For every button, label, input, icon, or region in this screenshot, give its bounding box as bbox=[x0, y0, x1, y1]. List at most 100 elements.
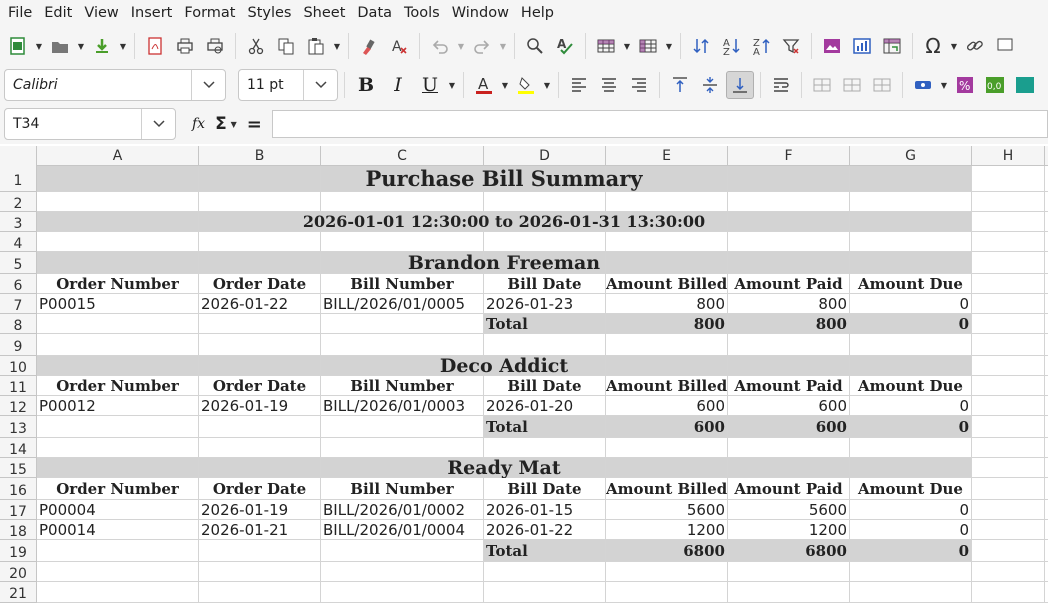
date-range[interactable]: 2026-01-01 12:30:00 to 2026-01-31 13:30:… bbox=[37, 212, 971, 232]
align-right-icon[interactable] bbox=[625, 71, 653, 99]
column-heading[interactable]: Bill Number bbox=[321, 274, 483, 294]
report-title[interactable]: Purchase Bill Summary bbox=[37, 166, 971, 192]
column-heading[interactable]: Amount Billed bbox=[606, 274, 727, 294]
row-header-4[interactable]: 4 bbox=[0, 232, 37, 252]
row-header-8[interactable]: 8 bbox=[0, 314, 37, 334]
insert-image-icon[interactable] bbox=[818, 32, 846, 60]
table-cell[interactable]: P00012 bbox=[37, 396, 198, 416]
total-paid[interactable]: 800 bbox=[728, 314, 849, 334]
table-cell[interactable]: 0 bbox=[850, 520, 971, 540]
table-cell[interactable]: 2026-01-15 bbox=[484, 500, 605, 520]
font-name-combo[interactable]: Calibri bbox=[4, 69, 226, 101]
column-heading[interactable]: Order Date bbox=[199, 376, 320, 396]
sigma-icon[interactable]: Σ bbox=[215, 114, 227, 134]
row-header-1[interactable]: 1 bbox=[0, 166, 37, 192]
menu-sheet[interactable]: Sheet bbox=[297, 5, 351, 21]
special-character-icon[interactable]: Ω bbox=[919, 32, 947, 60]
chevron-down-icon[interactable]: ▼ bbox=[118, 32, 128, 60]
row-header-17[interactable]: 17 bbox=[0, 500, 37, 520]
menu-insert[interactable]: Insert bbox=[125, 5, 179, 21]
menu-tools[interactable]: Tools bbox=[398, 5, 446, 21]
chevron-down-icon[interactable]: ▼ bbox=[227, 110, 241, 138]
open-folder-icon[interactable] bbox=[46, 32, 74, 60]
add-decimal-icon[interactable] bbox=[1011, 71, 1039, 99]
spreadsheet-grid[interactable]: ABCDEFGH 1 2 3 4 5 6 7 8 9 10 11 12 13 14 15 16 17 18 19 20… bbox=[0, 146, 1048, 603]
font-color-icon[interactable]: A bbox=[470, 71, 498, 99]
spellcheck-icon[interactable]: A bbox=[551, 32, 579, 60]
font-name-value[interactable]: Calibri bbox=[5, 77, 191, 93]
row-header-18[interactable]: 18 bbox=[0, 520, 37, 540]
table-cell[interactable]: 2026-01-19 bbox=[199, 396, 320, 416]
row-header-10[interactable]: 10 bbox=[0, 356, 37, 376]
formula-icon[interactable]: = bbox=[247, 114, 262, 135]
chevron-down-icon[interactable]: ▼ bbox=[456, 32, 466, 60]
menu-help[interactable]: Help bbox=[515, 5, 560, 21]
font-size-value[interactable]: 11 pt bbox=[239, 77, 303, 93]
chevron-down-icon[interactable]: ▼ bbox=[498, 32, 508, 60]
table-cell[interactable]: BILL/2026/01/0003 bbox=[321, 396, 483, 416]
menu-window[interactable]: Window bbox=[446, 5, 515, 21]
chevron-down-icon[interactable]: ▼ bbox=[500, 71, 510, 99]
column-heading[interactable]: Bill Date bbox=[484, 478, 605, 500]
table-cell[interactable]: 600 bbox=[606, 396, 727, 416]
merge-center-icon[interactable] bbox=[808, 71, 836, 99]
chevron-down-icon[interactable]: ▼ bbox=[939, 71, 949, 99]
row-header-11[interactable]: 11 bbox=[0, 376, 37, 396]
table-cell[interactable]: 2026-01-23 bbox=[484, 294, 605, 314]
percent-format-icon[interactable]: % bbox=[951, 71, 979, 99]
total-label[interactable]: Total bbox=[484, 314, 605, 334]
column-heading[interactable]: Bill Date bbox=[484, 274, 605, 294]
column-header-f[interactable]: F bbox=[728, 146, 850, 166]
vendor-name[interactable]: Ready Mat bbox=[37, 458, 971, 478]
column-heading[interactable]: Amount Paid bbox=[728, 376, 849, 396]
chevron-down-icon[interactable]: ▼ bbox=[664, 32, 674, 60]
vendor-name[interactable]: Deco Addict bbox=[37, 356, 971, 376]
column-heading[interactable]: Amount Paid bbox=[728, 478, 849, 500]
formula-input[interactable] bbox=[272, 110, 1048, 138]
column-heading[interactable]: Amount Due bbox=[850, 274, 971, 294]
column-heading[interactable]: Bill Date bbox=[484, 376, 605, 396]
column-heading[interactable]: Order Number bbox=[37, 478, 198, 500]
menu-view[interactable]: View bbox=[78, 5, 124, 21]
sort-icon[interactable] bbox=[687, 32, 715, 60]
sort-ascending-icon[interactable]: AZ bbox=[717, 32, 745, 60]
menu-data[interactable]: Data bbox=[351, 5, 398, 21]
column-header-d[interactable]: D bbox=[484, 146, 606, 166]
column-heading[interactable]: Bill Number bbox=[321, 376, 483, 396]
row-icon[interactable] bbox=[592, 32, 620, 60]
select-all-corner[interactable] bbox=[0, 146, 37, 166]
column-header-h[interactable]: H bbox=[972, 146, 1045, 166]
clone-formatting-icon[interactable] bbox=[355, 32, 383, 60]
name-box[interactable]: T34 bbox=[4, 108, 176, 140]
total-label[interactable]: Total bbox=[484, 540, 605, 562]
row-header-19[interactable]: 19 bbox=[0, 540, 37, 562]
total-due[interactable]: 0 bbox=[850, 314, 971, 334]
table-cell[interactable]: 0 bbox=[850, 294, 971, 314]
save-icon[interactable] bbox=[88, 32, 116, 60]
column-header-b[interactable]: B bbox=[199, 146, 321, 166]
wrap-text-icon[interactable] bbox=[767, 71, 795, 99]
italic-icon[interactable]: I bbox=[383, 70, 413, 100]
total-billed[interactable]: 800 bbox=[606, 314, 727, 334]
row-header-5[interactable]: 5 bbox=[0, 252, 37, 274]
insert-chart-icon[interactable] bbox=[848, 32, 876, 60]
chevron-down-icon[interactable]: ▼ bbox=[447, 71, 457, 99]
chevron-down-icon[interactable] bbox=[303, 70, 337, 100]
chevron-down-icon[interactable]: ▼ bbox=[34, 32, 44, 60]
table-cell[interactable]: P00004 bbox=[37, 500, 198, 520]
table-cell[interactable]: 1200 bbox=[728, 520, 849, 540]
number-format-icon[interactable]: 0,0 bbox=[981, 71, 1009, 99]
table-cell[interactable]: 800 bbox=[728, 294, 849, 314]
autofilter-icon[interactable] bbox=[777, 32, 805, 60]
undo-icon[interactable] bbox=[426, 32, 454, 60]
column-heading[interactable]: Order Date bbox=[199, 478, 320, 500]
table-cell[interactable]: P00014 bbox=[37, 520, 198, 540]
find-replace-icon[interactable] bbox=[521, 32, 549, 60]
table-cell[interactable]: BILL/2026/01/0004 bbox=[321, 520, 483, 540]
column-heading[interactable]: Bill Number bbox=[321, 478, 483, 500]
table-cell[interactable]: BILL/2026/01/0005 bbox=[321, 294, 483, 314]
align-top-icon[interactable] bbox=[666, 71, 694, 99]
menu-edit[interactable]: Edit bbox=[38, 5, 78, 21]
align-bottom-icon[interactable] bbox=[726, 71, 754, 99]
row-header-7[interactable]: 7 bbox=[0, 294, 37, 314]
